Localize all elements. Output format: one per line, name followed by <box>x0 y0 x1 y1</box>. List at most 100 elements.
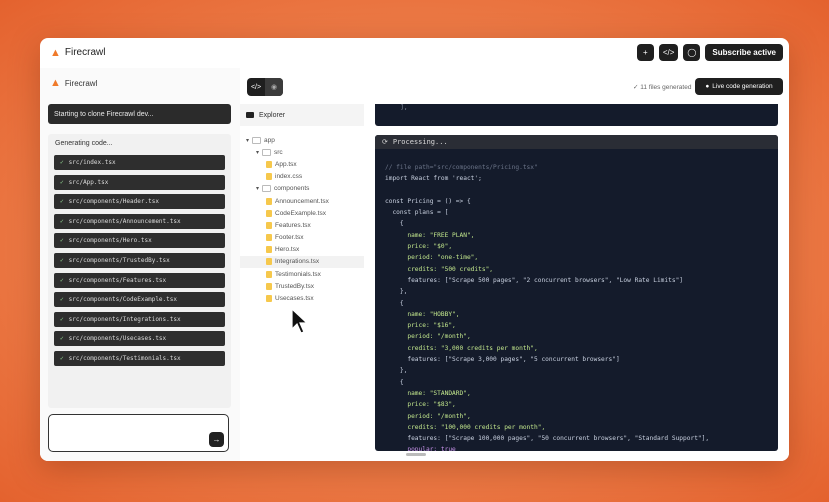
status-message: Starting to clone Firecrawl dev... <box>48 104 231 124</box>
tree-file-item[interactable]: Hero.tsx <box>240 244 364 256</box>
code-line: { <box>385 220 404 228</box>
code-line: features: ["Scrape 3,000 pages", "5 conc… <box>385 356 620 364</box>
file-icon <box>266 173 272 181</box>
tree-file-item[interactable]: Features.tsx <box>240 219 364 231</box>
previous-code-line: ], <box>393 104 408 111</box>
file-icon <box>266 209 272 217</box>
app-name: Firecrawl <box>64 47 106 58</box>
live-code-generation-button[interactable]: ● Live code generation <box>695 78 783 95</box>
code-line: price: "$0", <box>385 243 453 251</box>
code-line: name: "HOBBY", <box>385 310 460 318</box>
new-button[interactable]: + <box>636 44 654 61</box>
code-line: credits: "500 credits", <box>385 265 494 273</box>
tree-file-item[interactable]: TrustedBy.tsx <box>240 280 364 292</box>
preview-view-tab[interactable]: ◉ <box>265 78 283 96</box>
generated-file-name: src/components/CodeExample.tsx <box>68 296 177 304</box>
file-icon <box>266 282 272 290</box>
processing-label: Processing... <box>392 138 448 146</box>
tree-file-item[interactable]: Integrations.tsx <box>240 255 364 269</box>
code-line: { <box>385 378 404 386</box>
live-dot-icon: ● <box>705 83 710 90</box>
file-icon <box>266 270 272 278</box>
check-icon: ✓ <box>60 335 64 343</box>
generated-file-item[interactable]: ✓ src/index.tsx <box>54 155 225 170</box>
live-code-block: ⟳ Processing... // file path="src/compon… <box>375 135 778 451</box>
file-icon <box>266 221 272 229</box>
file-icon <box>266 197 272 205</box>
generated-file-item[interactable]: ✓ src/components/CodeExample.tsx <box>54 292 225 308</box>
file-explorer-panel: </> ◉ Explorer ▾ app ▾ src App.tsx index.css ▾… <box>240 68 366 461</box>
generated-file-name: src/components/Testimonials.tsx <box>68 354 181 362</box>
tree-file-item[interactable]: Testimonials.tsx <box>240 268 364 280</box>
flame-icon: ▲ <box>50 77 61 89</box>
code-line: period: "/month", <box>385 333 471 341</box>
sidebar-brand: ▲ Firecrawl <box>50 77 97 89</box>
generated-file-item[interactable]: ✓ src/components/Announcement.tsx <box>54 213 225 229</box>
view-toggle[interactable]: </> ◉ <box>247 78 283 96</box>
generated-file-item[interactable]: ✓ src/components/TrustedBy.tsx <box>54 252 225 268</box>
code-line: { <box>385 299 404 307</box>
generated-file-item[interactable]: ✓ src/components/Usecases.tsx <box>54 331 225 347</box>
code-line: const Pricing = () => { <box>385 197 471 205</box>
send-button[interactable]: → <box>209 432 224 447</box>
mouse-cursor-icon <box>291 308 309 334</box>
tree-file-item[interactable]: Usecases.tsx <box>240 292 364 304</box>
code-view-tab[interactable]: </> <box>247 78 265 96</box>
tree-folder-item[interactable]: ▾ components <box>240 183 364 195</box>
generated-file-list: ✓ src/index.tsx ✓ src/App.tsx ✓ src/component… <box>54 155 225 371</box>
chat-input[interactable]: → <box>48 414 229 452</box>
generated-file-item[interactable]: ✓ src/components/Integrations.tsx <box>54 311 225 327</box>
generated-file-item[interactable]: ✓ src/components/Header.tsx <box>54 194 225 210</box>
code-line: period: "/month", <box>385 412 471 420</box>
tree-file-item[interactable]: Announcement.tsx <box>240 195 364 207</box>
generated-file-name: src/components/TrustedBy.tsx <box>68 256 170 264</box>
generated-file-item[interactable]: ✓ src/components/Hero.tsx <box>54 233 225 249</box>
chevron-down-icon: ▾ <box>246 137 250 144</box>
check-icon: ✓ <box>60 296 64 304</box>
code-button[interactable]: </> <box>658 44 679 61</box>
code-line: // file path="src/components/Pricing.tsx… <box>385 164 538 171</box>
tree-file-item[interactable]: index.css <box>240 171 364 183</box>
tree-item-label: Integrations.tsx <box>275 258 320 266</box>
tree-item-label: index.css <box>275 173 303 181</box>
chat-button[interactable]: ◯ <box>683 44 701 61</box>
tree-item-label: Hero.tsx <box>275 246 300 254</box>
spinner-icon: ⟳ <box>382 138 388 146</box>
check-icon: ✓ <box>60 276 64 284</box>
explorer-header: Explorer <box>240 104 364 126</box>
code-content: // file path="src/components/Pricing.tsx… <box>375 149 778 451</box>
code-panel-area: ✓ 11 files generated ● Live code generat… <box>365 68 789 461</box>
subscription-button[interactable]: Subscribe active <box>705 44 783 61</box>
generation-title: Generating code... <box>55 140 113 147</box>
tree-folder-item[interactable]: ▾ src <box>240 146 364 158</box>
chat-sidebar: ▲ Firecrawl Starting to clone Firecrawl … <box>40 68 241 461</box>
generated-file-item[interactable]: ✓ src/components/Features.tsx <box>54 272 225 288</box>
tree-item-label: Footer.tsx <box>275 234 304 242</box>
tree-file-item[interactable]: Footer.tsx <box>240 232 364 244</box>
folder-icon <box>252 136 262 144</box>
tree-file-item[interactable]: App.tsx <box>240 158 364 170</box>
tree-item-label: app <box>264 136 275 144</box>
code-line: features: ["Scrape 500 pages", "2 concur… <box>385 276 684 284</box>
check-icon: ✓ <box>60 198 64 206</box>
generated-file-name: src/index.tsx <box>68 159 116 166</box>
check-icon: ✓ <box>60 256 64 264</box>
check-icon: ✓ <box>60 217 64 225</box>
generated-file-item[interactable]: ✓ src/components/Testimonials.tsx <box>54 350 225 366</box>
file-icon <box>266 295 272 303</box>
tree-item-label: Announcement.tsx <box>275 197 329 205</box>
generated-file-name: src/components/Integrations.tsx <box>68 315 181 323</box>
live-button-label: Live code generation <box>712 83 773 90</box>
check-icon: ✓ <box>633 84 639 91</box>
tree-file-item[interactable]: CodeExample.tsx <box>240 207 364 219</box>
flame-icon: ▲ <box>50 46 61 59</box>
generation-panel: Generating code... ✓ src/index.tsx ✓ src/Ap… <box>48 134 231 408</box>
scroll-handle[interactable] <box>406 453 426 456</box>
code-line: price: "$83", <box>385 401 456 409</box>
generated-file-item[interactable]: ✓ src/App.tsx <box>54 174 225 190</box>
code-line: period: "one-time", <box>385 254 479 262</box>
tree-folder-item[interactable]: ▾ app <box>240 134 364 146</box>
file-icon <box>266 246 272 254</box>
code-line: }, <box>385 288 408 296</box>
code-line: import React from 'react'; <box>385 175 482 183</box>
